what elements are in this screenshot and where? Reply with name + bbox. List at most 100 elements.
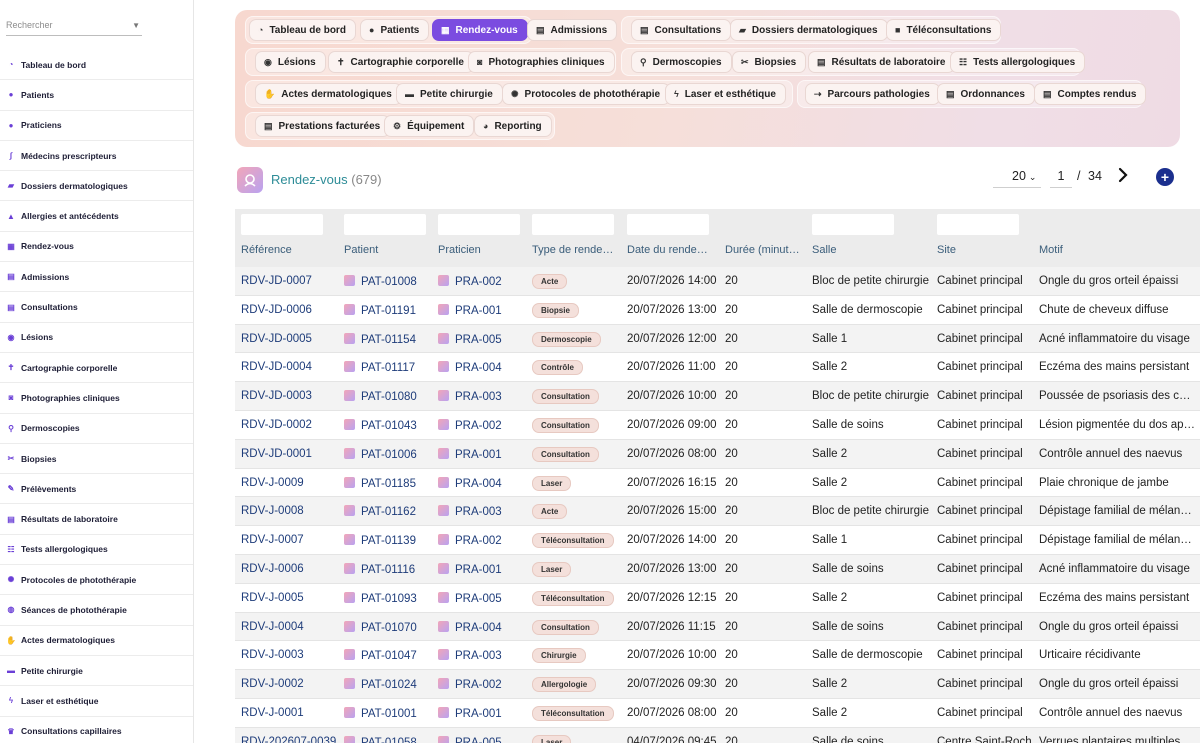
table-row[interactable]: RDV-J-0004 PAT-01070 PRA-004 Consultation 20… [235, 612, 1200, 642]
practitioner-link[interactable]: PRA-001 [438, 303, 528, 317]
reference-link[interactable]: RDV-J-0003 [241, 649, 340, 661]
table-row[interactable]: RDV-J-0007 PAT-01139 PRA-002 Téléconsultati… [235, 526, 1200, 555]
nav-button-20[interactable]: ▤ Comptes rendus [1034, 83, 1147, 105]
table-row[interactable]: RDV-JD-0007 PAT-01008 PRA-002 Acte 20/07/202… [235, 267, 1200, 296]
sidebar-item-11[interactable]: ◙ Photographies cliniques [0, 383, 193, 414]
patient-link[interactable]: PAT-01058 [344, 735, 434, 743]
table-row[interactable]: RDV-202607-0039 PAT-01058 PRA-005 Laser 04/0… [235, 727, 1200, 743]
patient-link[interactable]: PAT-01006 [344, 447, 434, 461]
patient-link[interactable]: PAT-01093 [344, 591, 434, 605]
column-filter-input[interactable] [438, 214, 520, 235]
nav-button-6[interactable]: ■ Téléconsultations [886, 19, 1002, 41]
page-size-select[interactable]: 20 ⌄ [993, 166, 1041, 188]
reference-link[interactable]: RDV-JD-0001 [241, 448, 340, 460]
sidebar-item-8[interactable]: ▤ Consultations [0, 292, 193, 323]
patient-link[interactable]: PAT-01008 [344, 275, 434, 288]
nav-button-2[interactable]: ▦ Rendez-vous [432, 19, 528, 41]
nav-button-0[interactable]: ◔ Tableau de bord [249, 19, 356, 41]
sidebar-item-4[interactable]: ▰ Dossiers dermatologiques [0, 171, 193, 202]
practitioner-link[interactable]: PRA-004 [438, 361, 528, 374]
patient-link[interactable]: PAT-01070 [344, 620, 434, 634]
sidebar-item-20[interactable]: ▬ Petite chirurgie [0, 656, 193, 687]
practitioner-link[interactable]: PRA-003 [438, 505, 528, 518]
reference-link[interactable]: RDV-J-0001 [241, 707, 340, 719]
sidebar-item-19[interactable]: ✋ Actes dermatologiques [0, 626, 193, 656]
patient-link[interactable]: PAT-01154 [344, 332, 434, 346]
column-header[interactable]: Site [937, 244, 1033, 256]
reference-link[interactable]: RDV-202607-0039 [241, 736, 340, 743]
chevron-down-icon[interactable]: ▼ [132, 21, 140, 30]
sidebar-item-18[interactable]: ◍ Séances de photothérapie [0, 595, 193, 626]
reference-link[interactable]: RDV-J-0006 [241, 563, 340, 575]
table-row[interactable]: RDV-JD-0003 PAT-01080 PRA-003 Consultation 2… [235, 382, 1200, 411]
nav-button-19[interactable]: ▤ Ordonnances [937, 83, 1035, 105]
table-row[interactable]: RDV-JD-0006 PAT-01191 PRA-001 Biopsie 20/07/… [235, 296, 1200, 325]
practitioner-link[interactable]: PRA-003 [438, 390, 528, 403]
patient-link[interactable]: PAT-01024 [344, 678, 434, 691]
reference-link[interactable]: RDV-J-0007 [241, 534, 340, 546]
nav-button-5[interactable]: ▰ Dossiers dermatologiques [730, 19, 888, 41]
sidebar-item-0[interactable]: ◔ Tableau de bord [0, 50, 193, 81]
nav-button-10[interactable]: ⚲ Dermoscopies [631, 51, 732, 73]
nav-button-12[interactable]: ▤ Résultats de laboratoire [808, 51, 956, 73]
practitioner-link[interactable]: PRA-005 [438, 591, 528, 605]
nav-button-3[interactable]: ▤ Admissions [527, 19, 618, 41]
practitioner-link[interactable]: PRA-002 [438, 534, 528, 547]
next-page-button[interactable] [1116, 166, 1130, 184]
sidebar-item-6[interactable]: ▦ Rendez-vous [0, 232, 193, 263]
practitioner-link[interactable]: PRA-001 [438, 447, 528, 461]
practitioner-link[interactable]: PRA-002 [438, 678, 528, 691]
practitioner-link[interactable]: PRA-001 [438, 563, 528, 576]
column-filter-input[interactable] [627, 214, 709, 235]
column-filter-input[interactable] [532, 214, 614, 235]
reference-link[interactable]: RDV-J-0008 [241, 505, 340, 517]
sidebar-item-7[interactable]: ▤ Admissions [0, 262, 193, 293]
sidebar-item-3[interactable]: ∫ Médecins prescripteurs [0, 141, 193, 172]
column-filter-input[interactable] [241, 214, 323, 235]
table-row[interactable]: RDV-J-0003 PAT-01047 PRA-003 Chirurgie 20/07… [235, 641, 1200, 671]
table-row[interactable]: RDV-JD-0001 PAT-01006 PRA-001 Consultation 2… [235, 439, 1200, 469]
sidebar-item-2[interactable]: ● Praticiens [0, 111, 193, 141]
reference-link[interactable]: RDV-JD-0004 [241, 361, 340, 373]
practitioner-link[interactable]: PRA-003 [438, 649, 528, 662]
nav-button-9[interactable]: ◙ Photographies cliniques [468, 51, 615, 73]
patient-link[interactable]: PAT-01116 [344, 563, 434, 576]
column-header[interactable]: Date du rende… [627, 244, 719, 256]
practitioner-link[interactable]: PRA-005 [438, 735, 528, 743]
table-row[interactable]: RDV-J-0008 PAT-01162 PRA-003 Acte 20/07/2026… [235, 497, 1200, 527]
patient-link[interactable]: PAT-01191 [344, 303, 434, 317]
reference-link[interactable]: RDV-JD-0006 [241, 304, 340, 316]
column-header[interactable]: Salle [812, 244, 931, 256]
reference-link[interactable]: RDV-J-0004 [241, 621, 340, 633]
current-page-input[interactable]: 1 [1050, 166, 1072, 188]
table-row[interactable]: RDV-J-0009 PAT-01185 PRA-004 Laser 20/07/202… [235, 469, 1200, 498]
sidebar-item-12[interactable]: ⚲ Dermoscopies [0, 414, 193, 444]
sidebar-item-22[interactable]: ♛ Consultations capillaires [0, 717, 193, 743]
nav-button-8[interactable]: ✝ Cartographie corporelle [328, 51, 474, 73]
nav-button-18[interactable]: ⇢ Parcours pathologies [805, 83, 940, 105]
nav-button-1[interactable]: ● Patients [360, 19, 430, 41]
nav-button-7[interactable]: ◉ Lésions [255, 51, 326, 73]
nav-button-17[interactable]: ϟ Laser et esthétique [665, 83, 786, 105]
patient-link[interactable]: PAT-01001 [344, 707, 434, 720]
practitioner-link[interactable]: PRA-004 [438, 620, 528, 634]
table-row[interactable]: RDV-J-0002 PAT-01024 PRA-002 Allergologie 20… [235, 670, 1200, 699]
table-row[interactable]: RDV-JD-0002 PAT-01043 PRA-002 Consultation 2… [235, 411, 1200, 440]
table-row[interactable]: RDV-J-0006 PAT-01116 PRA-001 Laser 20/07/202… [235, 555, 1200, 584]
nav-button-11[interactable]: ✂ Biopsies [732, 51, 807, 73]
patient-link[interactable]: PAT-01043 [344, 419, 434, 432]
nav-button-16[interactable]: ✺ Protocoles de photothérapie [502, 83, 671, 105]
search-input[interactable]: Rechercher ▼ [6, 14, 142, 36]
reference-link[interactable]: RDV-J-0009 [241, 477, 340, 489]
reference-link[interactable]: RDV-JD-0005 [241, 333, 340, 345]
nav-button-15[interactable]: ▬ Petite chirurgie [396, 83, 503, 105]
add-button[interactable]: + [1156, 168, 1174, 186]
reference-link[interactable]: RDV-J-0005 [241, 592, 340, 604]
practitioner-link[interactable]: PRA-002 [438, 419, 528, 432]
sidebar-item-14[interactable]: ✎ Prélèvements [0, 474, 193, 505]
patient-link[interactable]: PAT-01117 [344, 361, 434, 374]
practitioner-link[interactable]: PRA-001 [438, 707, 528, 720]
table-row[interactable]: RDV-J-0001 PAT-01001 PRA-001 Téléconsultati… [235, 699, 1200, 728]
patient-link[interactable]: PAT-01080 [344, 390, 434, 403]
table-row[interactable]: RDV-J-0005 PAT-01093 PRA-005 Téléconsultati… [235, 584, 1200, 613]
